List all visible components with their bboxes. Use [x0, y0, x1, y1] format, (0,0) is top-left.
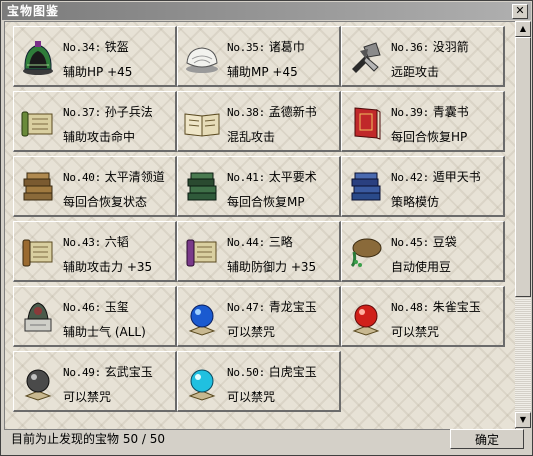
- item-name: 玉玺: [104, 300, 129, 314]
- item-card[interactable]: No.50: 白虎宝玉 可以禁咒: [177, 351, 341, 412]
- helmet-icon: [23, 41, 53, 75]
- item-card[interactable]: No.42: 遁甲天书 策略模仿: [341, 156, 505, 217]
- close-button[interactable]: ✕: [512, 4, 528, 19]
- item-number: No.42:: [391, 171, 429, 184]
- item-description: 每回合恢复MP: [227, 195, 305, 209]
- item-description: 辅助HP +45: [63, 65, 133, 79]
- item-card[interactable]: No.47: 青龙宝玉 可以禁咒: [177, 286, 341, 347]
- ok-button[interactable]: 确定: [450, 429, 524, 449]
- item-name: 青囊书: [432, 105, 469, 119]
- scroll-down-button[interactable]: ▼: [515, 412, 531, 428]
- item-description: 每回合恢复HP: [391, 130, 468, 144]
- item-number: No.47:: [227, 301, 265, 314]
- item-number: No.41:: [227, 171, 265, 184]
- item-number: No.44:: [227, 236, 265, 249]
- dart-icon: [352, 42, 381, 73]
- item-description: 可以禁咒: [63, 390, 112, 404]
- item-name: 孙子兵法: [104, 105, 153, 119]
- item-number: No.35:: [227, 41, 265, 54]
- item-name: 诸葛巾: [268, 40, 305, 54]
- scroll-brown-icon: [22, 239, 53, 267]
- headscarf-icon: [186, 47, 218, 73]
- item-name: 太平要术: [268, 170, 317, 184]
- item-description: 远距攻击: [391, 65, 440, 79]
- vertical-scrollbar[interactable]: ▲ ▼: [515, 21, 531, 428]
- item-number: No.43:: [63, 236, 101, 249]
- item-name: 没羽箭: [432, 40, 469, 54]
- item-number: No.34:: [63, 41, 101, 54]
- item-card[interactable]: No.37: 孙子兵法 辅助攻击命中: [13, 91, 177, 152]
- open-book-icon: [184, 113, 220, 137]
- book-stack-brown-icon: [23, 172, 53, 201]
- item-name: 三略: [268, 235, 293, 249]
- item-number: No.45:: [391, 236, 429, 249]
- item-card[interactable]: No.41: 太平要术 每回合恢复MP: [177, 156, 341, 217]
- item-description: 辅助攻击命中: [63, 130, 136, 144]
- item-card[interactable]: No.45: 豆袋 自动使用豆: [341, 221, 505, 282]
- scroll-up-button[interactable]: ▲: [515, 21, 531, 37]
- item-name: 白虎宝玉: [268, 365, 317, 379]
- scroll-thumb[interactable]: [515, 37, 531, 297]
- item-name: 孟德新书: [268, 105, 317, 119]
- item-name: 玄武宝玉: [104, 365, 153, 379]
- discovered-count-text: 目前为止发现的宝物 50 / 50: [11, 432, 166, 446]
- item-card[interactable]: No.49: 玄武宝玉 可以禁咒: [13, 351, 177, 412]
- item-card[interactable]: No.43: 六韬 辅助攻击力 +35: [13, 221, 177, 282]
- item-description: 可以禁咒: [227, 390, 276, 404]
- item-number: No.37:: [63, 106, 101, 119]
- red-orb-icon: [352, 304, 380, 336]
- item-number: No.40:: [63, 171, 101, 184]
- item-name: 太平清领道: [104, 170, 165, 184]
- item-description: 辅助防御力 +35: [227, 260, 317, 274]
- item-card[interactable]: No.36: 没羽箭 远距攻击: [341, 26, 505, 87]
- item-number: No.46:: [63, 301, 101, 314]
- bean-bag-icon: [350, 238, 382, 268]
- window-title: 宝物图鉴: [7, 4, 60, 18]
- cyan-orb-icon: [188, 369, 216, 401]
- scroll-purple-icon: [186, 239, 217, 267]
- item-name: 朱雀宝玉: [432, 300, 481, 314]
- treasure-catalog-window: 宝物图鉴 ✕ No.34: 铁盔 辅助HP +45 No.35: 诸葛巾 辅助M…: [0, 0, 533, 456]
- item-description: 辅助攻击力 +35: [63, 260, 153, 274]
- item-description: 辅助士气 (ALL): [63, 325, 146, 339]
- book-stack-blue-icon: [351, 172, 381, 201]
- item-description: 可以禁咒: [391, 325, 440, 339]
- item-card[interactable]: No.44: 三略 辅助防御力 +35: [177, 221, 341, 282]
- item-number: No.39:: [391, 106, 429, 119]
- item-description: 可以禁咒: [227, 325, 276, 339]
- book-stack-green-icon: [187, 172, 217, 201]
- item-description: 混乱攻击: [227, 130, 276, 144]
- item-name: 豆袋: [432, 235, 457, 249]
- blue-orb-icon: [188, 304, 216, 336]
- item-number: No.48:: [391, 301, 429, 314]
- item-description: 每回合恢复状态: [63, 195, 148, 209]
- item-card[interactable]: No.48: 朱雀宝玉 可以禁咒: [341, 286, 505, 347]
- item-description: 策略模仿: [391, 195, 440, 209]
- item-card[interactable]: No.38: 孟德新书 混乱攻击: [177, 91, 341, 152]
- item-card[interactable]: No.39: 青囊书 每回合恢复HP: [341, 91, 505, 152]
- item-number: No.36:: [391, 41, 429, 54]
- item-number: No.49:: [63, 366, 101, 379]
- item-description: 自动使用豆: [391, 260, 452, 274]
- title-bar: 宝物图鉴 ✕: [2, 2, 531, 20]
- jade-seal-icon: [24, 302, 52, 332]
- gray-orb-icon: [24, 369, 52, 401]
- item-card[interactable]: No.35: 诸葛巾 辅助MP +45: [177, 26, 341, 87]
- item-name: 遁甲天书: [432, 170, 481, 184]
- item-number: No.38:: [227, 106, 265, 119]
- item-name: 青龙宝玉: [268, 300, 317, 314]
- item-description: 辅助MP +45: [227, 65, 298, 79]
- red-book-icon: [354, 107, 381, 140]
- item-name: 六韬: [104, 235, 129, 249]
- item-card[interactable]: No.40: 太平清领道 每回合恢复状态: [13, 156, 177, 217]
- item-card[interactable]: No.46: 玉玺 辅助士气 (ALL): [13, 286, 177, 347]
- item-number: No.50:: [227, 366, 265, 379]
- scroll-icon: [21, 111, 53, 137]
- item-card[interactable]: No.34: 铁盔 辅助HP +45: [13, 26, 177, 87]
- item-name: 铁盔: [104, 40, 129, 54]
- item-grid: No.34: 铁盔 辅助HP +45 No.35: 诸葛巾 辅助MP +45 N…: [4, 21, 516, 430]
